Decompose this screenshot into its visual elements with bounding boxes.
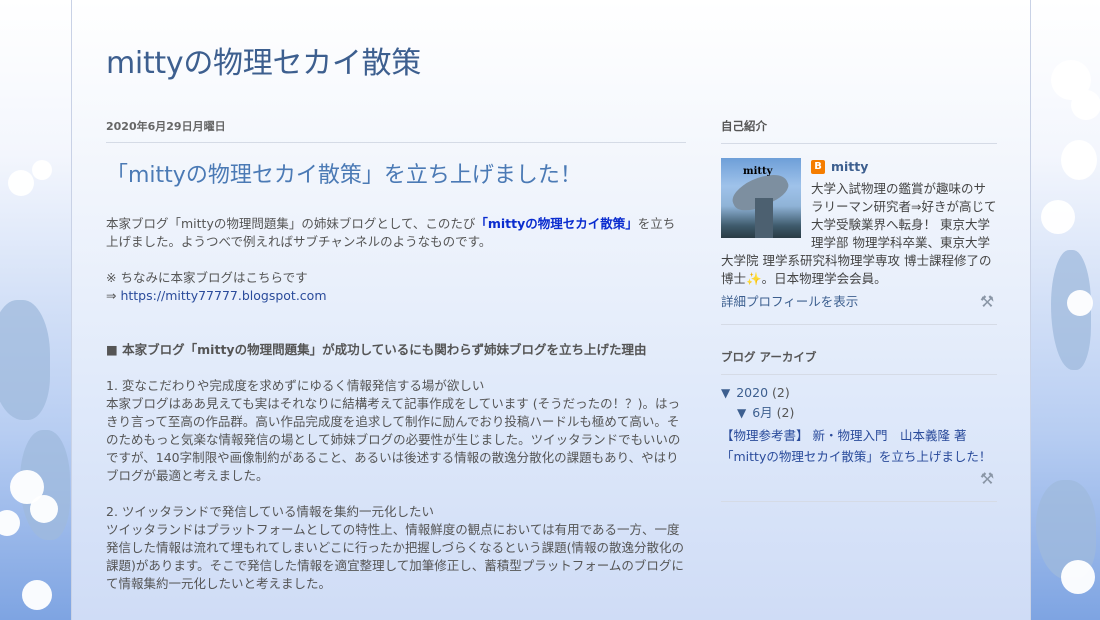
archive-year-count: (2): [772, 385, 790, 400]
view-profile-link[interactable]: 詳細プロフィールを表示: [721, 293, 858, 311]
background-decoration-right: [1031, 0, 1100, 620]
reason2-title: 2. ツイッタランドで発信している情報を集約一元化したい: [106, 504, 435, 519]
profile-name-link[interactable]: mitty: [831, 158, 868, 176]
archive-heading: ブログ アーカイブ: [721, 349, 997, 375]
blogger-icon: B: [811, 160, 825, 174]
profile-footer: 詳細プロフィールを表示 ⚒: [721, 292, 997, 325]
post-note: ※ ちなみに本家ブログはこちらです: [106, 270, 308, 285]
archive-post-item: 【物理参考書】 新・物理入門 山本義隆 著: [721, 427, 997, 444]
sister-blog-link[interactable]: 「mittyの物理セカイ散策」: [475, 216, 637, 231]
profile-name-row: B mitty: [811, 158, 997, 176]
year-toggle-icon[interactable]: ▼: [721, 386, 730, 400]
home-url-line: ⇒ https://mitty77777.blogspot.com: [106, 287, 686, 305]
post-title[interactable]: 「mittyの物理セカイ散策」を立ち上げました！: [106, 157, 686, 189]
intro-prefix: 本家ブログ「mittyの物理問題集」の姉妹ブログとして、このたび: [106, 216, 476, 231]
archive-post-link[interactable]: 【物理参考書】 新・物理入門 山本義隆 著: [721, 428, 966, 443]
blog-content-area: mittyの物理セカイ散策 2020年6月29日月曜日 「mittyの物理セカイ…: [71, 0, 1031, 620]
home-blog-link[interactable]: https://mitty77777.blogspot.com: [120, 288, 326, 303]
arrow-text: ⇒: [106, 288, 121, 303]
post-date: 2020年6月29日月曜日: [106, 118, 686, 143]
blog-title[interactable]: mittyの物理セカイ散策: [106, 38, 421, 82]
archive-footer: ⚒: [721, 469, 997, 502]
archive-month-count: (2): [776, 405, 795, 420]
archive-widget: ブログ アーカイブ ▼ 2020 (2) ▼ 6月 (2) 【物理参考書】 新・物理…: [721, 349, 997, 502]
archive-post-item: 「mittyの物理セカイ散策」を立ち上げました！: [721, 448, 997, 465]
month-toggle-icon[interactable]: ▼: [737, 406, 746, 420]
archive-month-link[interactable]: 6月: [752, 405, 772, 420]
post-intro: 本家ブログ「mittyの物理問題集」の姉妹ブログとして、このたび「mittyの物…: [106, 215, 686, 251]
archive-month-item: ▼ 6月 (2): [721, 403, 997, 423]
reason2-body: ツイッタランドはプラットフォームとしての特性上、情報鮮度の観点においては有用であ…: [106, 522, 685, 591]
profile-avatar[interactable]: mitty: [721, 158, 801, 238]
archive-list: ▼ 2020 (2) ▼ 6月 (2): [721, 383, 997, 423]
background-decoration-left: [0, 0, 71, 620]
wrench-screwdriver-icon[interactable]: ⚒: [977, 469, 997, 489]
sidebar: 自己紹介 mitty B mitty 大学入試物理の鑑賞が趣味のサラリーマン研究…: [721, 118, 997, 502]
archive-post-link[interactable]: 「mittyの物理セカイ散策」を立ち上げました！: [721, 449, 991, 464]
reason1-body: 本家ブログはああ見えても実はそれなりに結構考えて記事作成をしています (そうだっ…: [106, 396, 681, 483]
profile-widget: mitty B mitty 大学入試物理の鑑賞が趣味のサラリーマン研究者⇒好きが…: [721, 158, 997, 325]
wrench-screwdriver-icon[interactable]: ⚒: [977, 292, 997, 312]
archive-year-item: ▼ 2020 (2): [721, 383, 997, 403]
archive-year-link[interactable]: 2020: [736, 385, 768, 400]
archive-post-list: 【物理参考書】 新・物理入門 山本義隆 著 「mittyの物理セカイ散策」を立ち…: [721, 427, 997, 465]
reason1-title: 1. 変なこだわりや完成度を求めずにゆるく情報発信する場が欲しい: [106, 378, 485, 393]
avatar-caption: mitty: [743, 166, 773, 177]
main-column: 2020年6月29日月曜日 「mittyの物理セカイ散策」を立ち上げました！ 本…: [106, 118, 686, 593]
section-heading: ■ 本家ブログ「mittyの物理問題集」が成功しているにも関わらず姉妹ブログを立…: [106, 342, 647, 357]
profile-heading: 自己紹介: [721, 118, 997, 144]
post-body: 本家ブログ「mittyの物理問題集」の姉妹ブログとして、このたび「mittyの物…: [106, 215, 686, 593]
